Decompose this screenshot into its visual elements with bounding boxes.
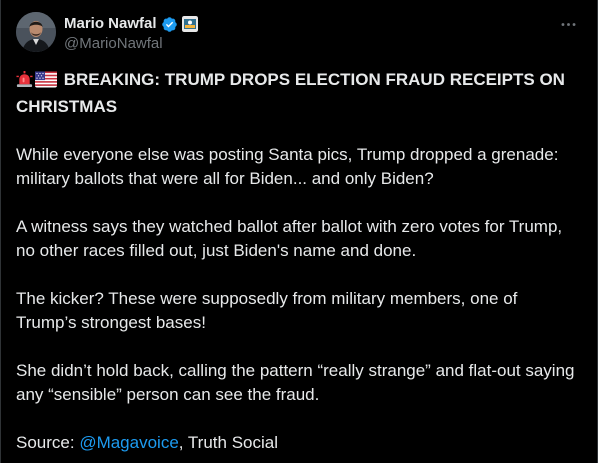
headline-text: BREAKING: TRUMP DROPS ELECTION FRAUD REC…: [16, 70, 565, 116]
source-line: Source: @Magavoice, Truth Social: [16, 431, 581, 455]
more-options-button[interactable]: [556, 12, 580, 36]
paragraph-2: A witness says they watched ballot after…: [16, 217, 563, 260]
verified-badge-icon[interactable]: [161, 16, 178, 33]
paragraph-3: The kicker? These were supposedly from m…: [16, 289, 518, 332]
avatar[interactable]: [16, 12, 56, 52]
us-flag-icon: [35, 71, 57, 95]
source-mention-link[interactable]: @Magavoice: [79, 433, 178, 452]
paragraph-4: She didn’t hold back, calling the patter…: [16, 361, 575, 404]
source-prefix: Source:: [16, 433, 80, 452]
tweet-headline: BREAKING: TRUMP DROPS ELECTION FRAUD REC…: [16, 68, 581, 119]
author-names: Mario Nawfal @MarioNawfal: [64, 14, 198, 54]
paragraph-1: While everyone else was posting Santa pi…: [16, 145, 559, 188]
tweet-body: BREAKING: TRUMP DROPS ELECTION FRAUD REC…: [16, 68, 581, 455]
rotating-light-icon: [16, 71, 33, 95]
affiliate-badge-icon[interactable]: [181, 16, 198, 32]
author-handle[interactable]: @MarioNawfal: [64, 34, 198, 54]
more-horizontal-icon: [561, 22, 575, 26]
tweet-card: Mario Nawfal @MarioNawfal BREAKING: TRUM…: [0, 0, 598, 463]
display-name[interactable]: Mario Nawfal: [64, 14, 157, 34]
name-row: Mario Nawfal: [64, 14, 198, 34]
source-suffix: , Truth Social: [178, 433, 278, 452]
tweet-header: Mario Nawfal @MarioNawfal: [16, 12, 582, 56]
